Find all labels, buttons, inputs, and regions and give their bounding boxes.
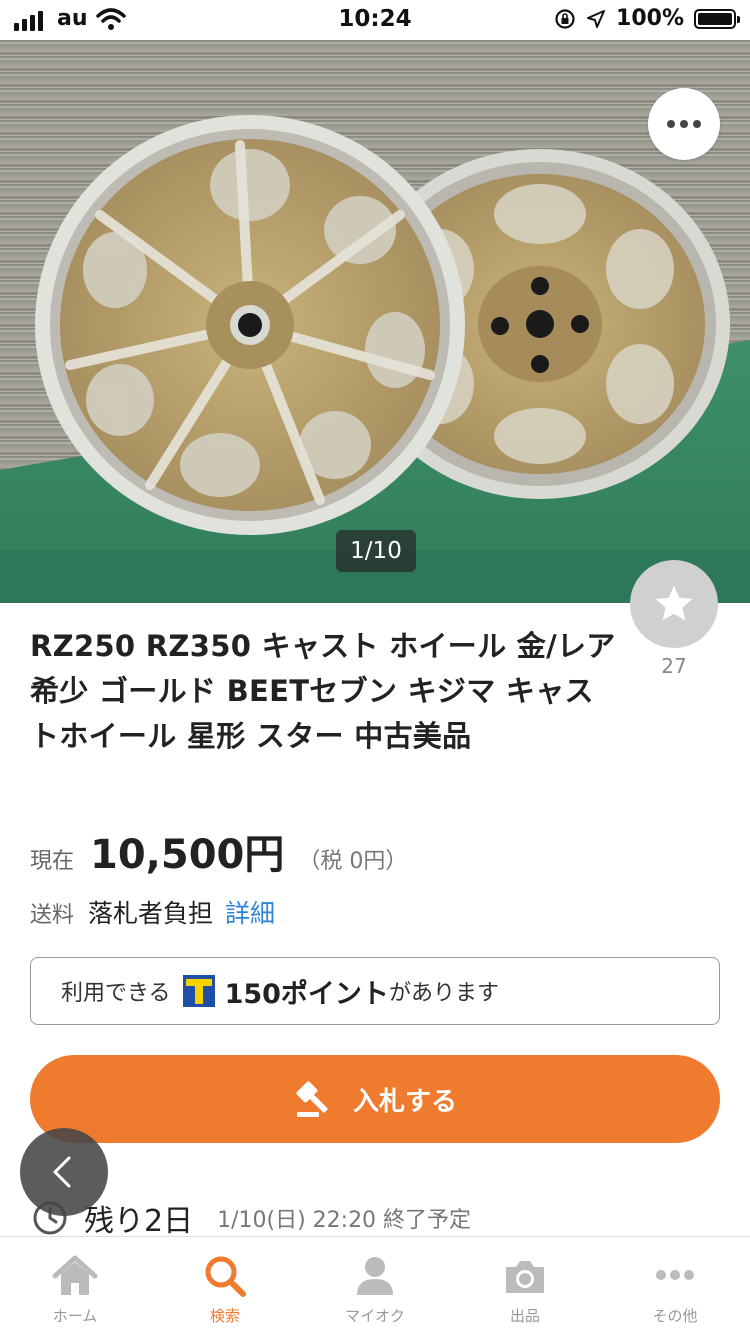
person-icon <box>357 1257 393 1295</box>
bid-button[interactable]: 入札する <box>30 1055 720 1143</box>
time-remaining-row: 残り2日 1/10(日) 22:20 終了予定 <box>32 1196 471 1240</box>
item-title: RZ250 RZ350 キャスト ホイール 金/レア 希少 ゴールド BEETセ… <box>30 629 616 753</box>
shipping-label: 送料 <box>30 903 75 928</box>
star-icon <box>655 585 693 621</box>
tab-label: マイオク <box>345 1307 405 1325</box>
tab-sell[interactable]: 出品 <box>450 1237 600 1335</box>
points-box[interactable]: 利用できる 150ポイント があります <box>30 957 720 1025</box>
tab-other[interactable]: その他 <box>600 1237 750 1335</box>
bid-label: 入札する <box>352 1086 457 1117</box>
shipping-detail-link[interactable]: 詳細 <box>225 894 275 930</box>
battery-fill <box>698 12 732 25</box>
gavel-icon <box>296 1081 328 1117</box>
t-point-icon <box>182 975 215 1007</box>
status-right: 100% <box>554 6 740 31</box>
points-suffix: があります <box>388 981 499 1006</box>
search-icon <box>205 1256 246 1297</box>
price-row: 現在 10,500円 （税 0円） <box>30 822 407 880</box>
chevron-left-icon <box>53 1156 71 1188</box>
tab-label: 検索 <box>209 1307 240 1325</box>
more-dots-icon <box>667 120 701 128</box>
tab-home[interactable]: ホーム <box>0 1237 150 1335</box>
tab-label: 出品 <box>509 1307 540 1325</box>
battery-icon <box>694 8 740 29</box>
tab-bar: ホーム 検索 マイオク 出品 その他 <box>0 1236 750 1335</box>
points-value: 150ポイント <box>224 978 389 1010</box>
tab-search[interactable]: 検索 <box>150 1237 300 1335</box>
tax-note: （税 0円） <box>298 849 408 874</box>
tab-label: その他 <box>652 1307 698 1325</box>
shipping-value: 落札者負担 <box>88 899 214 928</box>
home-icon <box>52 1255 98 1295</box>
watch-button[interactable] <box>630 560 718 648</box>
more-icon <box>656 1270 694 1280</box>
status-bar: au 10:24 100% <box>0 0 750 40</box>
shipping-row: 送料 落札者負担 詳細 <box>30 894 275 930</box>
camera-icon <box>506 1261 544 1293</box>
rotation-lock-icon <box>555 8 575 29</box>
tab-label: ホーム <box>52 1307 98 1325</box>
battery-percent: 100% <box>616 6 684 31</box>
price-value: 10,500円 <box>90 832 285 878</box>
item-photo <box>0 40 750 603</box>
photo-pager: 1/10 <box>336 530 416 572</box>
price-label: 現在 <box>30 849 75 874</box>
location-icon <box>587 9 606 28</box>
end-time: 1/10(日) 22:20 終了予定 <box>217 1208 472 1233</box>
points-prefix: 利用できる <box>61 981 171 1006</box>
tab-my-auction[interactable]: マイオク <box>300 1237 450 1335</box>
time-remaining: 残り2日 <box>84 1204 194 1239</box>
more-options-button[interactable] <box>648 88 720 160</box>
item-photo-gallery[interactable]: 1/10 <box>0 40 750 603</box>
watch-count: 27 <box>661 654 687 678</box>
back-button[interactable] <box>20 1128 108 1216</box>
